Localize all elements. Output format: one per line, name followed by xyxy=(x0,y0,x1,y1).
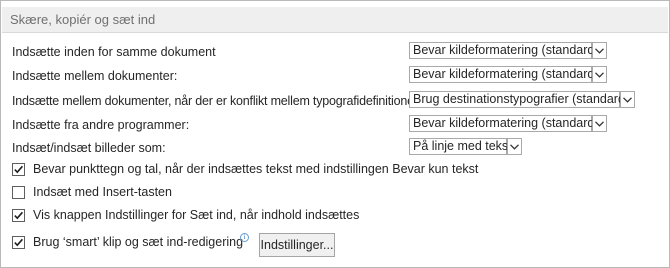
checkbox-smart-cut-paste[interactable] xyxy=(12,236,25,249)
dropdown-insert-pictures[interactable]: På linje med tekst xyxy=(409,138,522,155)
dropdown-between-documents[interactable]: Bevar kildeformatering (standard) xyxy=(409,66,607,83)
dropdown-value: Bevar kildeformatering (standard) xyxy=(413,43,599,57)
dropdown-value: Brug destinationstypografier (standard) xyxy=(413,92,630,106)
chevron-down-icon[interactable] xyxy=(592,115,607,132)
chevron-down-icon[interactable] xyxy=(592,66,607,83)
checkbox-label: Indsæt med Insert-tasten xyxy=(33,185,172,199)
info-icon[interactable]: i xyxy=(240,233,249,242)
checkbox-label: Brug ‘smart’ klip og sæt ind-redigering xyxy=(33,235,244,249)
settings-button[interactable]: Indstillinger... xyxy=(259,233,335,257)
checkbox-label: Bevar punkttegn og tal, når der indsætte… xyxy=(33,162,479,176)
row-label-between-documents: Indsætte mellem dokumenter: xyxy=(12,69,178,83)
row-label-same-document: Indsætte inden for samme dokument xyxy=(12,45,216,59)
section-title: Skære, kopiér og sæt ind xyxy=(10,12,156,27)
dropdown-value: På linje med tekst xyxy=(413,139,512,153)
section-header: Skære, kopiér og sæt ind xyxy=(2,7,668,33)
row-label-other-programs: Indsætte fra andre programmer: xyxy=(12,118,190,132)
dropdown-value: Bevar kildeformatering (standard) xyxy=(413,116,599,130)
chevron-down-icon[interactable] xyxy=(620,91,635,108)
chevron-down-icon[interactable] xyxy=(592,42,607,59)
dropdown-style-conflict[interactable]: Brug destinationstypografier (standard) xyxy=(409,91,635,108)
row-label-style-conflict: Indsætte mellem dokumenter, når der er k… xyxy=(12,94,422,108)
checkbox-label: Vis knappen Indstillinger for Sæt ind, n… xyxy=(33,208,360,222)
checkbox-keep-bullets[interactable] xyxy=(12,163,25,176)
dropdown-same-document[interactable]: Bevar kildeformatering (standard) xyxy=(409,42,607,59)
options-panel: Skære, kopiér og sæt ind Indsætte inden … xyxy=(0,0,670,268)
chevron-down-icon[interactable] xyxy=(507,138,522,155)
checkbox-insert-key[interactable] xyxy=(12,186,25,199)
checkbox-show-paste-options[interactable] xyxy=(12,209,25,222)
dropdown-other-programs[interactable]: Bevar kildeformatering (standard) xyxy=(409,115,607,132)
row-label-insert-pictures: Indsæt/indsæt billeder som: xyxy=(12,141,166,155)
dropdown-value: Bevar kildeformatering (standard) xyxy=(413,67,599,81)
